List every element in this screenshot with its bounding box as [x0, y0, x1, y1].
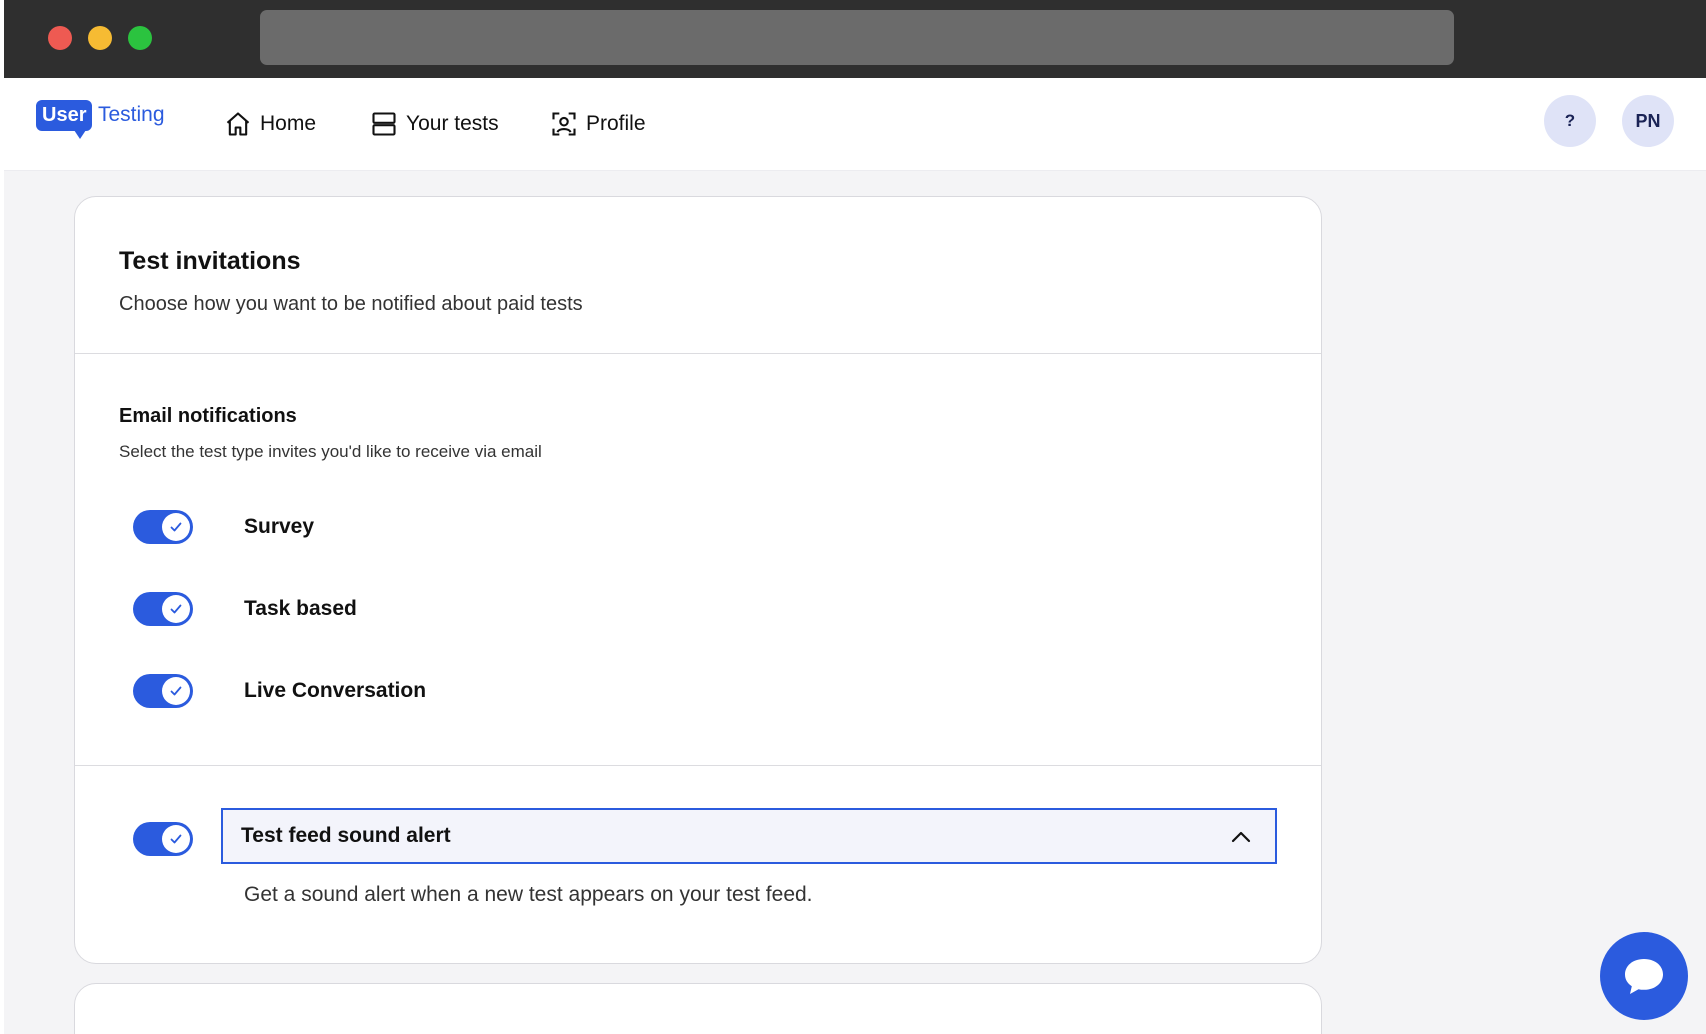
help-button[interactable]: ?: [1544, 95, 1596, 147]
chat-button[interactable]: [1600, 932, 1688, 1020]
chat-bubble-icon: [1625, 959, 1663, 994]
live-conversation-toggle[interactable]: [133, 674, 193, 708]
check-icon: [170, 686, 182, 696]
email-notifications-title: Email notifications: [119, 405, 297, 427]
nav-your-tests-label: Your tests: [406, 112, 499, 135]
tests-icon: [372, 112, 396, 136]
browser-window: User Testing Home Your tests Profile ? P…: [4, 0, 1706, 1034]
task-based-label: Task based: [244, 597, 357, 620]
live-conversation-label: Live Conversation: [244, 679, 427, 702]
minimize-window-button[interactable]: [88, 26, 112, 50]
sound-alert-accordion[interactable]: Test feed sound alert: [221, 808, 1277, 864]
address-bar[interactable]: [260, 10, 1454, 65]
divider: [75, 765, 1321, 766]
top-navigation: User Testing Home Your tests Profile ? P…: [4, 78, 1706, 171]
nav-your-tests[interactable]: Your tests: [370, 105, 499, 143]
check-icon: [170, 834, 182, 844]
task-based-toggle[interactable]: [133, 592, 193, 626]
nav-home-label: Home: [260, 112, 317, 135]
close-window-button[interactable]: [48, 26, 72, 50]
sound-alert-description: Get a sound alert when a new test appear…: [244, 883, 813, 906]
test-invitations-card: Test invitations Choose how you want to …: [74, 196, 1322, 964]
divider: [75, 353, 1321, 354]
nav-profile-label: Profile: [586, 112, 646, 135]
sound-alert-label: Test feed sound alert: [241, 824, 451, 847]
card-title: Test invitations: [119, 247, 301, 275]
survey-label: Survey: [244, 515, 315, 538]
sound-alert-toggle[interactable]: [133, 822, 193, 856]
next-settings-card: [74, 983, 1322, 1034]
profile-icon: [552, 112, 576, 136]
maximize-window-button[interactable]: [128, 26, 152, 50]
logo-testing-text: Testing: [98, 103, 165, 126]
chevron-up-icon: [1231, 831, 1251, 843]
logo-user-text: User: [36, 100, 93, 139]
browser-titlebar: [4, 0, 1706, 78]
card-subtitle: Choose how you want to be notified about…: [119, 293, 583, 315]
nav-profile[interactable]: Profile: [550, 105, 646, 143]
email-notifications-subtitle: Select the test type invites you'd like …: [119, 442, 542, 461]
check-icon: [170, 604, 182, 614]
avatar[interactable]: PN: [1622, 95, 1674, 147]
nav-home[interactable]: Home: [224, 105, 316, 143]
check-icon: [170, 522, 182, 532]
survey-toggle[interactable]: [133, 510, 193, 544]
home-icon: [226, 112, 250, 136]
